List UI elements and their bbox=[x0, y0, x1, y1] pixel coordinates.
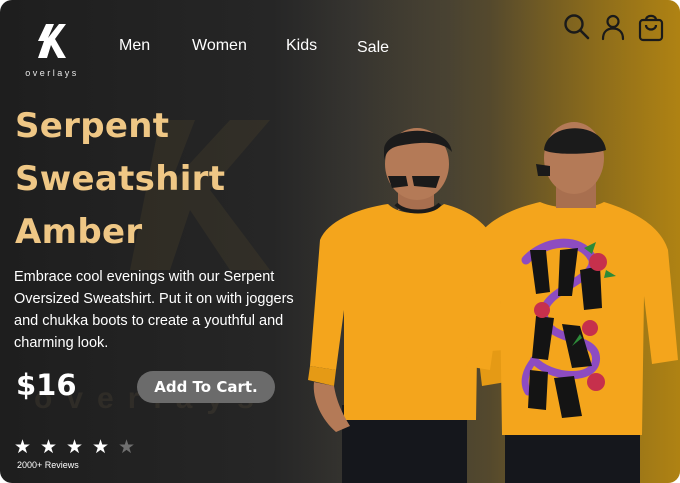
product-photo bbox=[308, 122, 678, 483]
product-price: $16 bbox=[16, 368, 77, 402]
star-icon: ★ bbox=[40, 437, 58, 458]
shopping-bag-icon[interactable] bbox=[636, 12, 666, 42]
header-actions bbox=[558, 12, 668, 44]
nav-item-men[interactable]: Men bbox=[119, 37, 150, 55]
star-icon: ★ bbox=[92, 437, 110, 458]
product-title-line-2: Sweatshirt bbox=[15, 159, 226, 199]
nav-item-sale[interactable]: Sale bbox=[357, 39, 389, 57]
brand-logo[interactable]: overlays bbox=[22, 24, 82, 86]
product-title: Serpent Sweatshirt Amber bbox=[15, 100, 315, 259]
add-to-cart-button[interactable]: Add To Cart. bbox=[137, 371, 275, 403]
star-icon: ★ bbox=[66, 437, 84, 458]
product-description: Embrace cool evenings with our Serpent O… bbox=[14, 269, 294, 351]
nav-item-kids[interactable]: Kids bbox=[286, 37, 317, 55]
star-icon: ★ bbox=[118, 437, 136, 458]
star-rating: ★ ★ ★ ★ ★ bbox=[14, 438, 144, 460]
user-icon[interactable] bbox=[598, 12, 628, 42]
brand-name: overlays bbox=[25, 68, 79, 78]
product-title-line-1: Serpent bbox=[15, 106, 170, 146]
back-model bbox=[466, 122, 678, 483]
reviews-count: 2000+ Reviews bbox=[17, 460, 79, 470]
nav-item-women[interactable]: Women bbox=[192, 37, 247, 55]
product-hero: overlays overlays Men Women Kids Sale Se… bbox=[0, 0, 680, 483]
product-title-line-3: Amber bbox=[15, 212, 143, 252]
search-icon[interactable] bbox=[562, 12, 592, 42]
star-icon: ★ bbox=[14, 437, 32, 458]
overlays-logo-icon bbox=[38, 24, 66, 58]
